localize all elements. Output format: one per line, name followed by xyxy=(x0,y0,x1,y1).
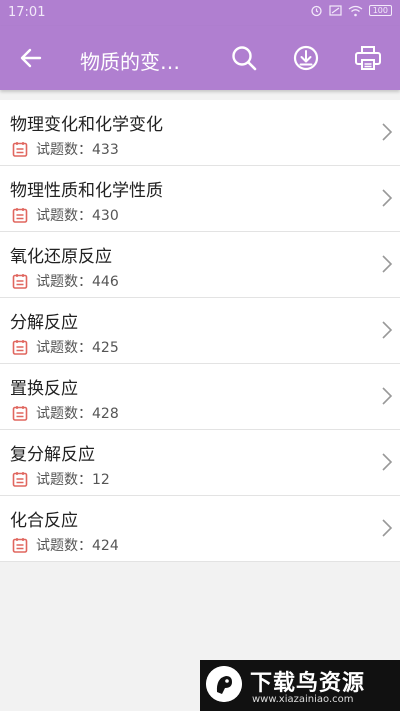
status-icons: 100 xyxy=(310,4,392,17)
back-arrow-icon[interactable] xyxy=(18,45,44,71)
watermark-brand: 下载鸟资源 xyxy=(250,671,366,696)
print-icon[interactable] xyxy=(353,43,383,73)
question-count: 试题数：425 xyxy=(36,340,119,356)
chevron-right-icon xyxy=(382,519,393,537)
calendar-icon xyxy=(12,274,28,289)
list-item[interactable]: 化合反应 试题数：424 xyxy=(0,496,400,562)
list-item[interactable]: 氧化还原反应 试题数：446 xyxy=(0,232,400,298)
battery-icon: 100 xyxy=(368,5,392,16)
item-name: 复分解反应 xyxy=(10,445,95,465)
question-count: 试题数：433 xyxy=(36,142,119,158)
alarm-icon xyxy=(311,5,322,17)
question-count: 试题数：424 xyxy=(36,538,119,554)
search-icon[interactable] xyxy=(229,43,259,73)
page-title: 物质的变… xyxy=(80,50,180,74)
question-count: 试题数：12 xyxy=(36,472,110,488)
status-time: 17:01 xyxy=(8,5,46,20)
wifi-icon xyxy=(348,5,363,16)
item-meta: 试题数：12 xyxy=(12,470,110,488)
chevron-right-icon xyxy=(382,453,393,471)
list-item[interactable]: 物理变化和化学变化 试题数：433 xyxy=(0,100,400,166)
signal-icon xyxy=(329,5,342,16)
question-count: 试题数：430 xyxy=(36,208,119,224)
list-item[interactable]: 置换反应 试题数：428 xyxy=(0,364,400,430)
chevron-right-icon xyxy=(382,255,393,273)
item-meta: 试题数：446 xyxy=(12,272,119,290)
calendar-icon xyxy=(12,208,28,223)
calendar-icon xyxy=(12,472,28,487)
item-name: 物理变化和化学变化 xyxy=(10,115,163,135)
question-count: 试题数：428 xyxy=(36,406,119,422)
status-bar: 17:01 100 xyxy=(0,0,400,26)
app-bar: 物质的变… xyxy=(0,26,400,90)
item-name: 分解反应 xyxy=(10,313,78,333)
chevron-right-icon xyxy=(382,321,393,339)
item-meta: 试题数：430 xyxy=(12,206,119,224)
calendar-icon xyxy=(12,340,28,355)
item-meta: 试题数：433 xyxy=(12,140,119,158)
topic-list: 物理变化和化学变化 试题数：433 物理性质和化学性质 试题数：430 氧化还原… xyxy=(0,100,400,562)
item-name: 置换反应 xyxy=(10,379,78,399)
list-item[interactable]: 分解反应 试题数：425 xyxy=(0,298,400,364)
question-count: 试题数：446 xyxy=(36,274,119,290)
watermark: 下载鸟资源 www.xiazainiao.com xyxy=(200,660,400,711)
bird-logo-icon xyxy=(206,666,242,702)
item-meta: 试题数：428 xyxy=(12,404,119,422)
item-name: 物理性质和化学性质 xyxy=(10,181,163,201)
item-name: 化合反应 xyxy=(10,511,78,531)
watermark-url: www.xiazainiao.com xyxy=(252,694,354,705)
item-name: 氧化还原反应 xyxy=(10,247,112,267)
chevron-right-icon xyxy=(382,123,393,141)
chevron-right-icon xyxy=(382,387,393,405)
item-meta: 试题数：424 xyxy=(12,536,119,554)
list-item[interactable]: 复分解反应 试题数：12 xyxy=(0,430,400,496)
download-icon[interactable] xyxy=(291,43,321,73)
item-meta: 试题数：425 xyxy=(12,338,119,356)
chevron-right-icon xyxy=(382,189,393,207)
calendar-icon xyxy=(12,538,28,553)
calendar-icon xyxy=(12,142,28,157)
calendar-icon xyxy=(12,406,28,421)
list-item[interactable]: 物理性质和化学性质 试题数：430 xyxy=(0,166,400,232)
